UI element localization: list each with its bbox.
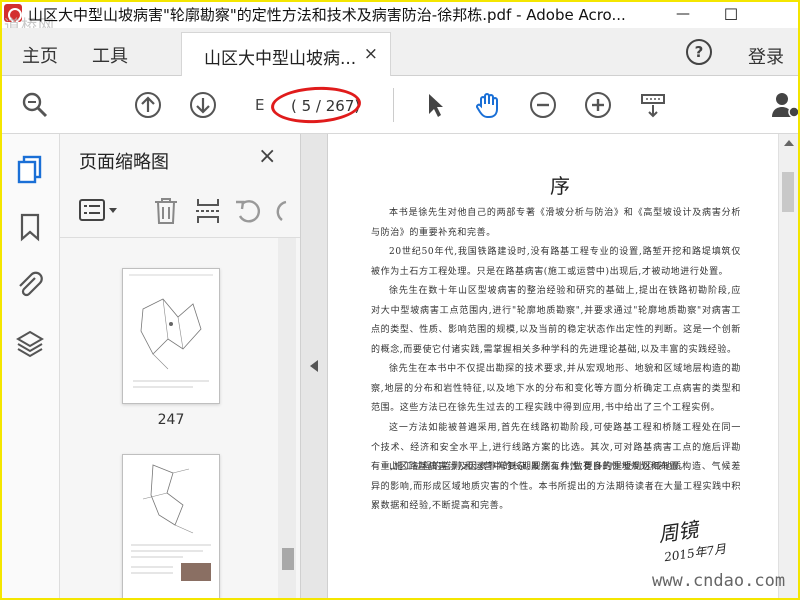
- navigation-rail: [0, 134, 60, 600]
- page-paragraph: 本书是徐先生对他自己的两部专著《滑坡分析与防治》和《高型坡设计及病害分析与防治》…: [371, 208, 741, 238]
- share-user-icon[interactable]: [770, 90, 800, 120]
- thumbnail-map-figure: [131, 464, 211, 581]
- next-page-icon[interactable]: [188, 90, 218, 120]
- zoom-icon[interactable]: [20, 90, 50, 120]
- minimize-button[interactable]: —: [660, 0, 706, 28]
- close-panel-button[interactable]: ×: [258, 144, 276, 169]
- insert-page-icon[interactable]: [194, 196, 222, 226]
- document-scroll-thumb[interactable]: [782, 172, 794, 212]
- layers-icon[interactable]: [15, 328, 45, 358]
- scroll-up-arrow-icon[interactable]: [784, 140, 794, 146]
- page-navigator[interactable]: E ( 5 / 267): [243, 92, 361, 120]
- signature-name: 周镜: [656, 517, 700, 547]
- page-number-input[interactable]: E: [255, 96, 264, 114]
- main-toolbar: E ( 5 / 267): [0, 76, 800, 134]
- panel-splitter[interactable]: [300, 134, 328, 600]
- tab-tools[interactable]: 工具: [92, 42, 128, 68]
- page-paragraph: 徐先生在数十年山区型坡病害的整治经验和研究的基础上,提出在铁路初勘阶段,应对大中…: [371, 286, 741, 355]
- window-title: 山区大中型山坡病害"轮廓勘察"的定性方法和技术及病害防治-徐邦栋.pdf - A…: [28, 6, 626, 24]
- document-view[interactable]: 序 本书是徐先生对他自己的两部专著《滑坡分析与防治》和《高型坡设计及病害分析与防…: [328, 134, 778, 600]
- tab-document[interactable]: 山区大中型山坡病... ×: [181, 32, 391, 76]
- page-thumbnail[interactable]: [122, 454, 220, 600]
- page-heading: 序: [550, 174, 570, 198]
- fit-page-icon[interactable]: [638, 90, 668, 120]
- page-indicator: ( 5 / 267): [291, 97, 361, 115]
- thumbnail-scrollbar[interactable]: [278, 238, 296, 600]
- page-thumbnail[interactable]: [122, 268, 220, 404]
- thumbnail-map-figure: [129, 274, 213, 388]
- zoom-out-icon[interactable]: [528, 90, 558, 120]
- attachment-icon[interactable]: [15, 270, 45, 300]
- delete-page-icon[interactable]: [152, 196, 180, 226]
- document-tab-label: 山区大中型山坡病...: [204, 49, 357, 69]
- zoom-in-icon[interactable]: [583, 90, 613, 120]
- site-url-watermark: www.cndao.com: [652, 571, 786, 591]
- help-button[interactable]: ?: [686, 39, 712, 65]
- collapse-panel-arrow-icon[interactable]: [310, 360, 318, 372]
- thumbnail-scroll-thumb[interactable]: [282, 548, 294, 570]
- login-button[interactable]: 登录: [748, 43, 784, 69]
- prev-page-icon[interactable]: [133, 90, 163, 120]
- toolbar-divider: [393, 88, 394, 122]
- thumbnail-page-label: 247: [157, 412, 185, 428]
- page-thumbnails-panel: 页面缩略图 × 247: [60, 134, 300, 600]
- hand-tool-icon[interactable]: [473, 90, 503, 120]
- tab-bar: 主页 工具 山区大中型山坡病... × ? 登录: [0, 28, 800, 76]
- tab-home[interactable]: 主页: [22, 42, 58, 68]
- undo-icon[interactable]: [234, 196, 264, 226]
- document-scrollbar[interactable]: [778, 134, 798, 600]
- thumbnail-options-icon[interactable]: [78, 198, 118, 224]
- close-tab-button[interactable]: ×: [364, 44, 378, 64]
- page-paragraph: 20世纪50年代,我国铁路建设时,没有路基工程专业的设置,路堑开挖和路堤填筑仅被…: [371, 247, 741, 277]
- redo-icon[interactable]: [272, 196, 288, 226]
- bookmark-icon[interactable]: [15, 212, 45, 242]
- title-bar: 道桥网 山区大中型山坡病害"轮廓勘察"的定性方法和技术及病害防治-徐邦栋.pdf…: [0, 0, 800, 35]
- thumbnail-toolbar: [60, 186, 300, 238]
- page-thumbnails-icon[interactable]: [15, 154, 45, 184]
- page-paragraph: 山区路基病害涉及因素非常复杂,虽然有共性,更多的是受到区域地质构造、气候差异的影…: [371, 462, 741, 511]
- panel-title: 页面缩略图: [79, 152, 169, 173]
- select-cursor-icon[interactable]: [420, 90, 450, 120]
- page-paragraph: 徐先生在本书中不仅提出勘探的技术要求,并从宏观地形、地貌和区域地层构造的勘察,地…: [371, 364, 741, 413]
- maximize-button[interactable]: ☐: [708, 0, 754, 28]
